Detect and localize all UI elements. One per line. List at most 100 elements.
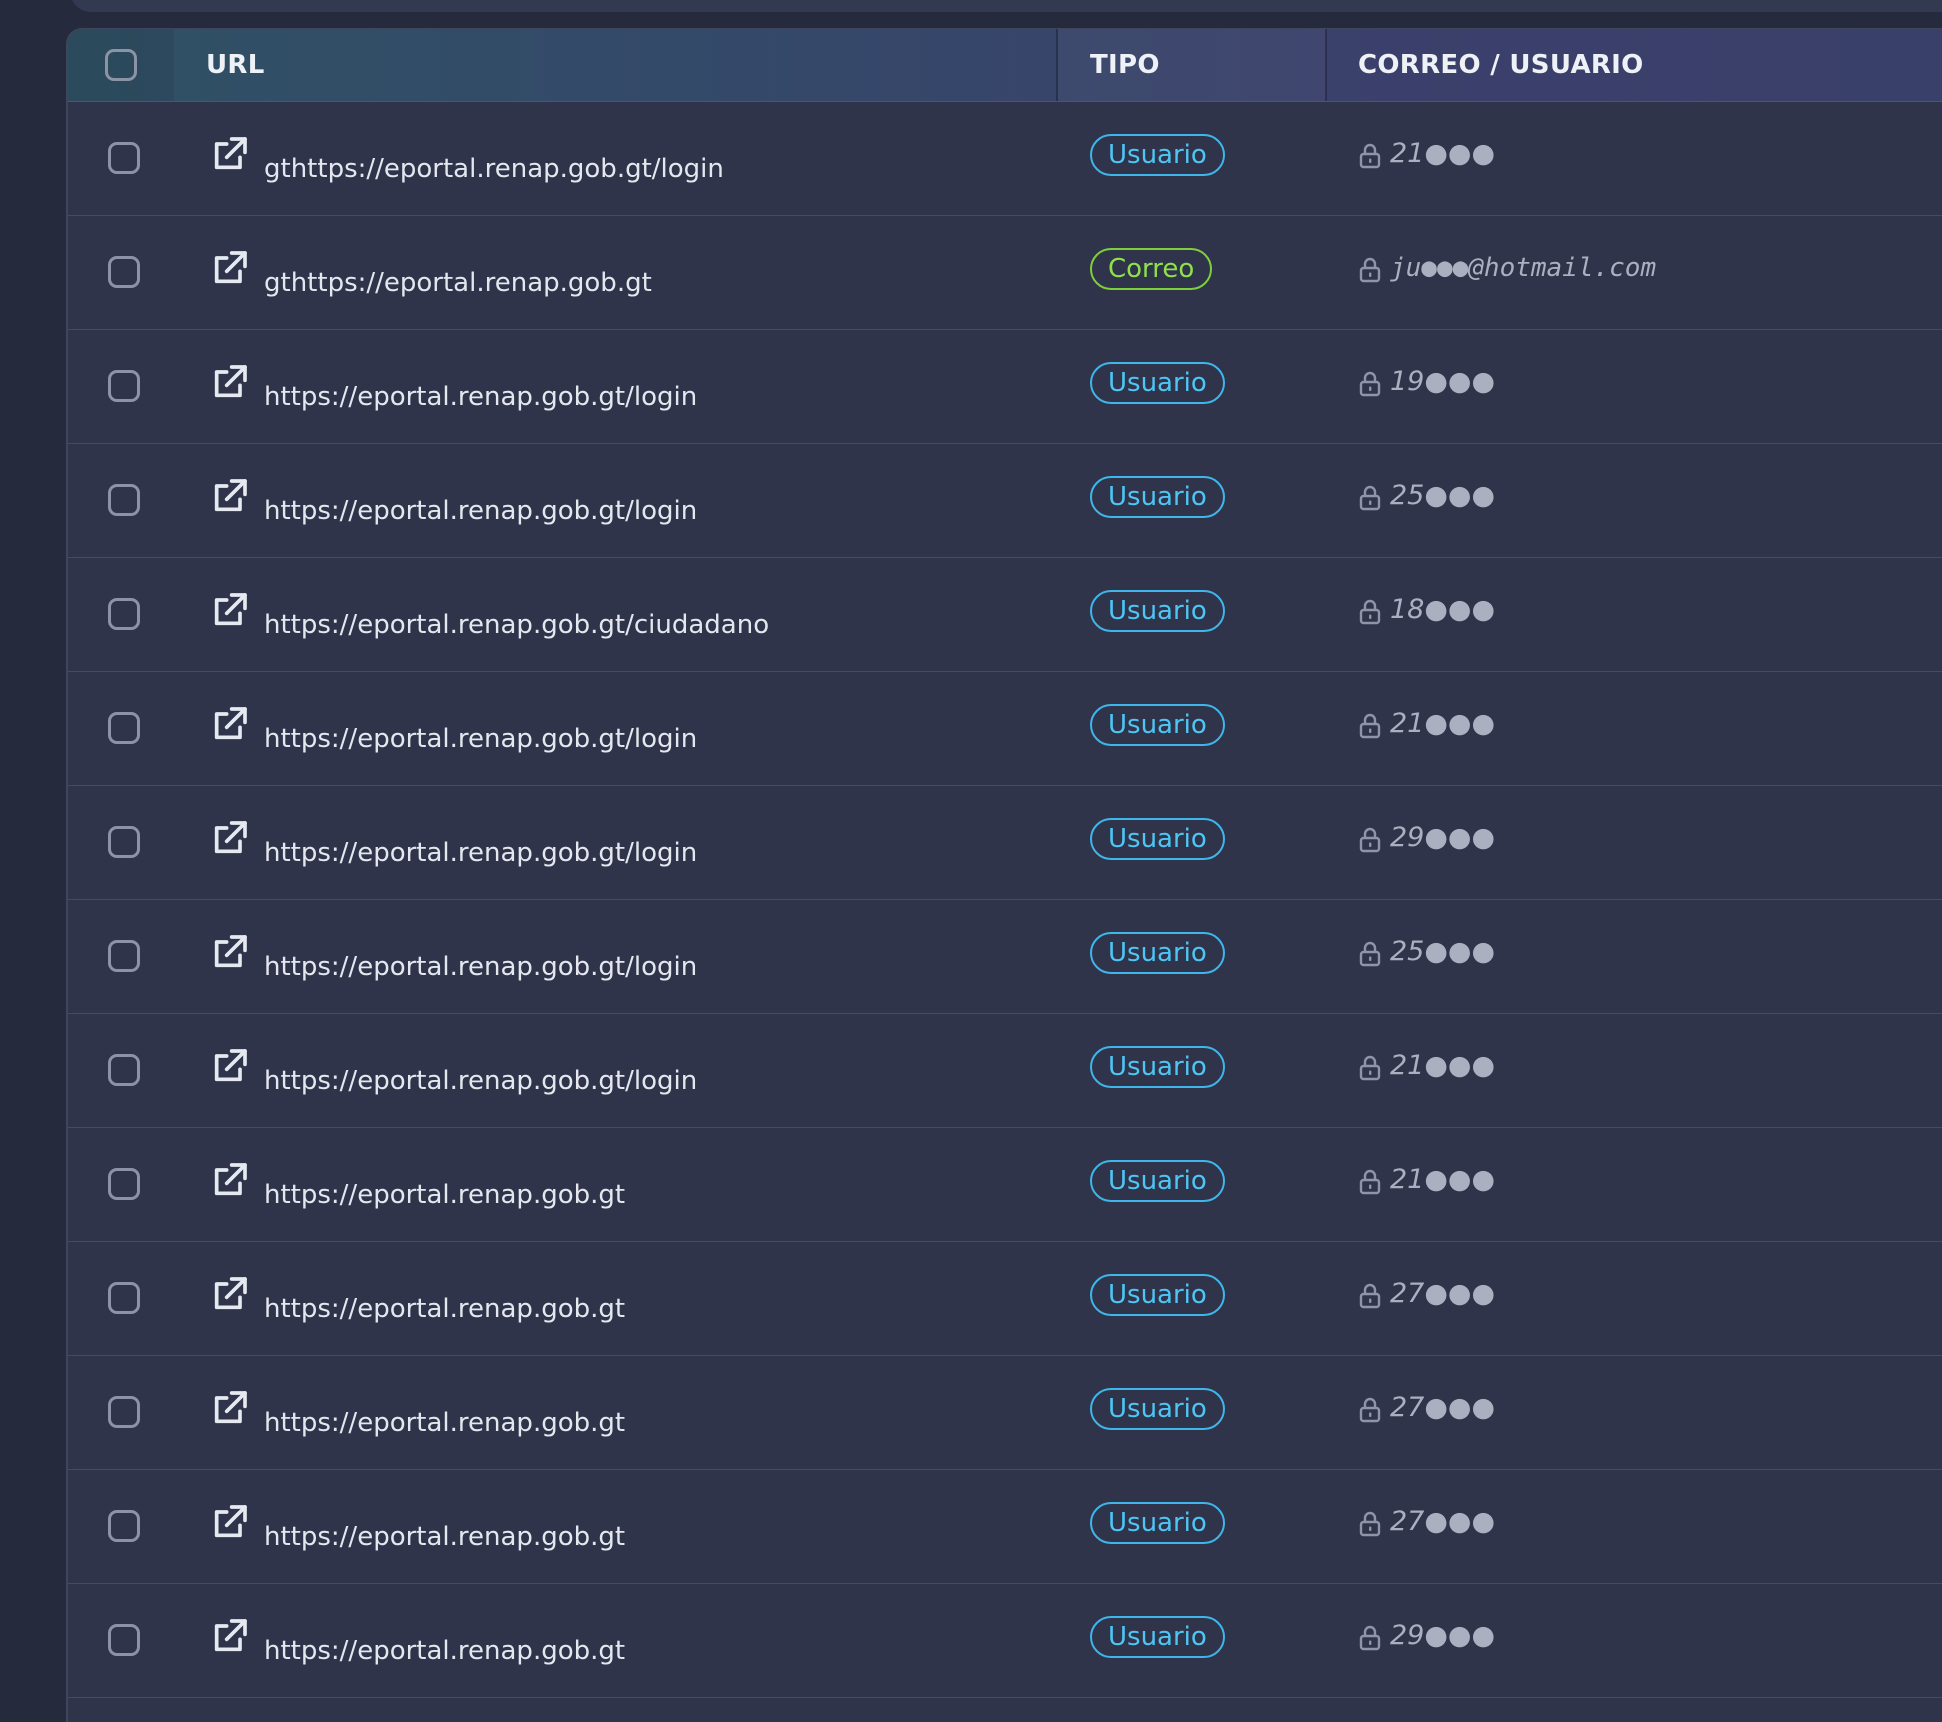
external-link-icon[interactable] — [210, 134, 250, 174]
row-url[interactable]: https://eportal.renap.gob.gt/login — [264, 1066, 697, 1096]
masked-credential: 21●●● — [1390, 1164, 1496, 1195]
lock-icon — [1359, 1283, 1381, 1309]
external-link-icon[interactable] — [210, 1046, 250, 1086]
header-select-cell — [68, 29, 174, 101]
masked-credential: 21●●● — [1390, 708, 1496, 739]
masked-credential: 29●●● — [1390, 822, 1496, 853]
row-url[interactable]: https://eportal.renap.gob.gt — [264, 1636, 625, 1666]
type-badge: Usuario — [1090, 590, 1225, 632]
row-checkbox[interactable] — [108, 1396, 140, 1428]
lock-icon — [1359, 1055, 1381, 1081]
table-row: https://eportal.renap.gob.gt Usuario 27●… — [68, 1356, 1942, 1470]
lock-icon — [1359, 713, 1381, 739]
header-correo-usuario[interactable]: CORREO / USUARIO — [1326, 29, 1942, 101]
external-link-icon[interactable] — [210, 818, 250, 858]
lock-icon — [1359, 1397, 1381, 1423]
masked-credential: 18●●● — [1390, 594, 1496, 625]
masked-credential: 27●●● — [1390, 1506, 1496, 1537]
table-row: https://eportal.renap.gob.gt/login Usuar… — [68, 900, 1942, 1014]
type-badge: Usuario — [1090, 1502, 1225, 1544]
row-url[interactable]: gthttps://eportal.renap.gob.gt — [264, 268, 652, 298]
row-checkbox[interactable] — [108, 484, 140, 516]
external-link-icon[interactable] — [210, 248, 250, 288]
type-badge: Usuario — [1090, 704, 1225, 746]
table-row: https://eportal.renap.gob.gt/ciudadano U… — [68, 558, 1942, 672]
external-link-icon[interactable] — [210, 1388, 250, 1428]
page: URL TIPO CORREO / USUARIO gthttps://epor… — [0, 0, 1942, 1722]
row-url[interactable]: https://eportal.renap.gob.gt — [264, 1408, 625, 1438]
row-checkbox[interactable] — [108, 1510, 140, 1542]
lock-icon — [1359, 1169, 1381, 1195]
row-url[interactable]: https://eportal.renap.gob.gt — [264, 1180, 625, 1210]
row-url[interactable]: https://eportal.renap.gob.gt/login — [264, 496, 697, 526]
masked-credential: 25●●● — [1390, 480, 1496, 511]
row-checkbox[interactable] — [108, 256, 140, 288]
lock-icon — [1359, 371, 1381, 397]
table-row: https://eportal.renap.gob.gt/login Usuar… — [68, 444, 1942, 558]
row-checkbox[interactable] — [108, 712, 140, 744]
external-link-icon[interactable] — [210, 932, 250, 972]
select-all-checkbox[interactable] — [105, 49, 137, 81]
type-badge: Usuario — [1090, 1388, 1225, 1430]
external-link-icon[interactable] — [210, 362, 250, 402]
external-link-icon[interactable] — [210, 1502, 250, 1542]
lock-icon — [1359, 1511, 1381, 1537]
row-checkbox[interactable] — [108, 1282, 140, 1314]
table-row: https://eportal.renap.gob.gt Usuario 29●… — [68, 1584, 1942, 1698]
type-badge: Usuario — [1090, 1046, 1225, 1088]
lock-icon — [1359, 941, 1381, 967]
lock-icon — [1359, 485, 1381, 511]
row-checkbox[interactable] — [108, 1168, 140, 1200]
external-link-icon[interactable] — [210, 1160, 250, 1200]
row-checkbox[interactable] — [108, 940, 140, 972]
type-badge: Usuario — [1090, 818, 1225, 860]
lock-icon — [1359, 1625, 1381, 1651]
masked-credential: 19●●● — [1390, 366, 1496, 397]
row-url[interactable]: gthttps://eportal.renap.gob.gt/login — [264, 154, 724, 184]
type-badge: Usuario — [1090, 932, 1225, 974]
masked-credential: 25●●● — [1390, 936, 1496, 967]
type-badge: Correo — [1090, 248, 1213, 290]
type-badge: Usuario — [1090, 1160, 1225, 1202]
external-link-icon[interactable] — [210, 590, 250, 630]
table-row: https://eportal.renap.gob.gt/login Usuar… — [68, 672, 1942, 786]
masked-credential: 21●●● — [1390, 1050, 1496, 1081]
row-url[interactable]: https://eportal.renap.gob.gt — [264, 1294, 625, 1324]
row-url[interactable]: https://eportal.renap.gob.gt/login — [264, 724, 697, 754]
row-url[interactable]: https://eportal.renap.gob.gt — [264, 1522, 625, 1552]
table-row: https://eportal.renap.gob.gt Usuario 21●… — [68, 1128, 1942, 1242]
header-url[interactable]: URL — [174, 29, 1054, 101]
table-row: https://eportal.renap.gob.gt/login Usuar… — [68, 330, 1942, 444]
row-url[interactable]: https://eportal.renap.gob.gt/login — [264, 382, 697, 412]
type-badge: Usuario — [1090, 476, 1225, 518]
type-badge: Usuario — [1090, 1274, 1225, 1316]
header-tipo[interactable]: TIPO — [1058, 29, 1326, 101]
masked-credential: ju●●●@hotmail.com — [1390, 253, 1657, 283]
lock-icon — [1359, 599, 1381, 625]
row-checkbox[interactable] — [108, 142, 140, 174]
toolbar-strip — [70, 0, 1942, 12]
lock-icon — [1359, 143, 1381, 169]
masked-credential: 21●●● — [1390, 138, 1496, 169]
external-link-icon[interactable] — [210, 1616, 250, 1656]
row-checkbox[interactable] — [108, 826, 140, 858]
row-url[interactable]: https://eportal.renap.gob.gt/login — [264, 838, 697, 868]
table-row: https://eportal.renap.gob.gt/login Usuar… — [68, 786, 1942, 900]
table-row: gthttps://eportal.renap.gob.gt/login Usu… — [68, 102, 1942, 216]
row-checkbox[interactable] — [108, 1054, 140, 1086]
type-badge: Usuario — [1090, 1616, 1225, 1658]
external-link-icon[interactable] — [210, 476, 250, 516]
row-checkbox[interactable] — [108, 1624, 140, 1656]
masked-credential: 29●●● — [1390, 1620, 1496, 1651]
row-url[interactable]: https://eportal.renap.gob.gt/login — [264, 952, 697, 982]
row-checkbox[interactable] — [108, 370, 140, 402]
type-badge: Usuario — [1090, 362, 1225, 404]
external-link-icon[interactable] — [210, 1274, 250, 1314]
table-row: https://eportal.renap.gob.gt Usuario 27●… — [68, 1470, 1942, 1584]
masked-credential: 27●●● — [1390, 1278, 1496, 1309]
external-link-icon[interactable] — [210, 704, 250, 744]
row-checkbox[interactable] — [108, 598, 140, 630]
lock-icon — [1359, 827, 1381, 853]
table-row: https://eportal.renap.gob.gt Usuario 27●… — [68, 1242, 1942, 1356]
row-url[interactable]: https://eportal.renap.gob.gt/ciudadano — [264, 610, 769, 640]
